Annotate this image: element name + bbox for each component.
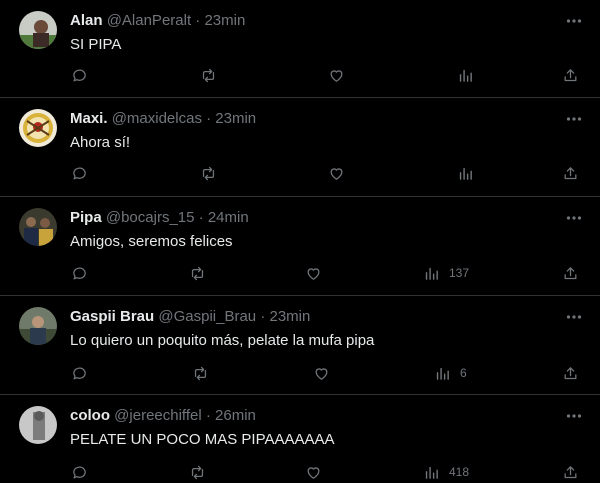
retweet-icon [202, 68, 215, 82]
share-icon [564, 366, 577, 379]
reply-button[interactable] [71, 66, 88, 84]
retweet-icon [194, 366, 207, 380]
like-button[interactable] [313, 364, 330, 382]
avatar[interactable] [19, 109, 57, 147]
separator: · [205, 407, 211, 424]
analytics-icon [436, 367, 449, 380]
like-button[interactable] [328, 66, 345, 84]
reply-icon [73, 267, 86, 279]
user-handle[interactable]: @jereechiffel [114, 407, 202, 424]
timestamp[interactable]: 23min [204, 12, 245, 29]
retweet-button[interactable] [189, 264, 206, 282]
more-options-icon[interactable] [565, 12, 583, 30]
heart-icon [315, 367, 328, 380]
more-options-icon[interactable] [565, 110, 583, 128]
tweet[interactable]: Pipa @bocajrs_15 · 24min Amigos, seremos… [0, 197, 600, 296]
tweet[interactable]: Gaspii Brau @Gaspii_Brau · 23min Lo quie… [0, 296, 600, 395]
user-handle[interactable]: @Gaspii_Brau [158, 308, 256, 325]
tweet-text: Ahora sí! [70, 134, 131, 151]
avatar[interactable] [19, 307, 57, 345]
share-icon [564, 465, 577, 478]
reply-icon [73, 167, 86, 179]
timestamp[interactable]: 24min [208, 209, 249, 226]
retweet-icon [191, 266, 204, 280]
view-count: 137 [449, 266, 470, 280]
display-name[interactable]: Alan [70, 12, 103, 29]
retweet-icon [191, 465, 204, 479]
heart-icon [330, 69, 343, 82]
retweet-button[interactable] [200, 164, 217, 182]
view-count: 418 [449, 465, 470, 479]
retweet-button[interactable] [189, 463, 206, 481]
reply-button[interactable] [71, 164, 88, 182]
retweet-icon [202, 166, 215, 180]
separator: · [195, 12, 201, 29]
tweet-header: Gaspii Brau @Gaspii_Brau · 23min [70, 308, 310, 326]
share-icon [564, 166, 577, 179]
share-icon [564, 266, 577, 279]
tweet-header: coloo @jereechiffel · 26min [70, 407, 256, 425]
tweet-header: Pipa @bocajrs_15 · 24min [70, 209, 249, 227]
tweet-text: Lo quiero un poquito más, pelate la mufa… [70, 332, 375, 349]
like-button[interactable] [328, 164, 345, 182]
avatar[interactable] [19, 208, 57, 246]
tweet-text: PELATE UN POCO MAS PIPAAAAAAA [70, 431, 335, 448]
user-handle[interactable]: @maxidelcas [112, 110, 202, 127]
share-button[interactable] [562, 66, 579, 84]
retweet-button[interactable] [192, 364, 209, 382]
timestamp[interactable]: 26min [215, 407, 256, 424]
tweet-text: Amigos, seremos felices [70, 233, 233, 250]
views-button[interactable] [457, 66, 474, 84]
more-options-icon[interactable] [565, 308, 583, 326]
analytics-icon [425, 267, 438, 280]
reply-feed: Alan @AlanPeralt · 23min SI PIPA Maxi. @… [0, 0, 600, 483]
tweet[interactable]: Alan @AlanPeralt · 23min SI PIPA [0, 0, 600, 98]
share-button[interactable] [562, 463, 579, 481]
display-name[interactable]: Maxi. [70, 110, 108, 127]
heart-icon [307, 466, 320, 479]
share-icon [564, 68, 577, 81]
share-button[interactable] [562, 164, 579, 182]
timestamp[interactable]: 23min [270, 308, 311, 325]
tweet[interactable]: Maxi. @maxidelcas · 23min Ahora sí! [0, 98, 600, 197]
display-name[interactable]: Pipa [70, 209, 102, 226]
display-name[interactable]: Gaspii Brau [70, 308, 154, 325]
reply-button[interactable] [71, 264, 88, 282]
avatar[interactable] [19, 406, 57, 444]
tweet-header: Maxi. @maxidelcas · 23min [70, 110, 256, 128]
reply-button[interactable] [71, 463, 88, 481]
separator: · [206, 110, 212, 127]
views-button[interactable]: 137 [423, 264, 469, 282]
share-button[interactable] [562, 364, 579, 382]
share-button[interactable] [562, 264, 579, 282]
views-button[interactable]: 6 [434, 364, 467, 382]
heart-icon [307, 267, 320, 280]
user-handle[interactable]: @bocajrs_15 [106, 209, 195, 226]
timestamp[interactable]: 23min [215, 110, 256, 127]
heart-icon [330, 167, 343, 180]
avatar[interactable] [19, 11, 57, 49]
reply-icon [73, 69, 86, 81]
retweet-button[interactable] [200, 66, 217, 84]
user-handle[interactable]: @AlanPeralt [107, 12, 191, 29]
separator: · [260, 308, 266, 325]
reply-button[interactable] [71, 364, 88, 382]
like-button[interactable] [305, 463, 322, 481]
more-options-icon[interactable] [565, 209, 583, 227]
views-button[interactable]: 418 [423, 463, 469, 481]
tweet-header: Alan @AlanPeralt · 23min [70, 12, 245, 30]
separator: · [198, 209, 204, 226]
analytics-icon [425, 466, 438, 479]
tweet-text: SI PIPA [70, 36, 122, 53]
like-button[interactable] [305, 264, 322, 282]
display-name[interactable]: coloo [70, 407, 110, 424]
reply-icon [73, 466, 86, 478]
analytics-icon [459, 69, 472, 82]
more-options-icon[interactable] [565, 407, 583, 425]
reply-icon [73, 367, 86, 379]
analytics-icon [459, 167, 472, 180]
views-button[interactable] [457, 164, 474, 182]
tweet[interactable]: coloo @jereechiffel · 26min PELATE UN PO… [0, 395, 600, 483]
view-count: 6 [460, 366, 467, 380]
